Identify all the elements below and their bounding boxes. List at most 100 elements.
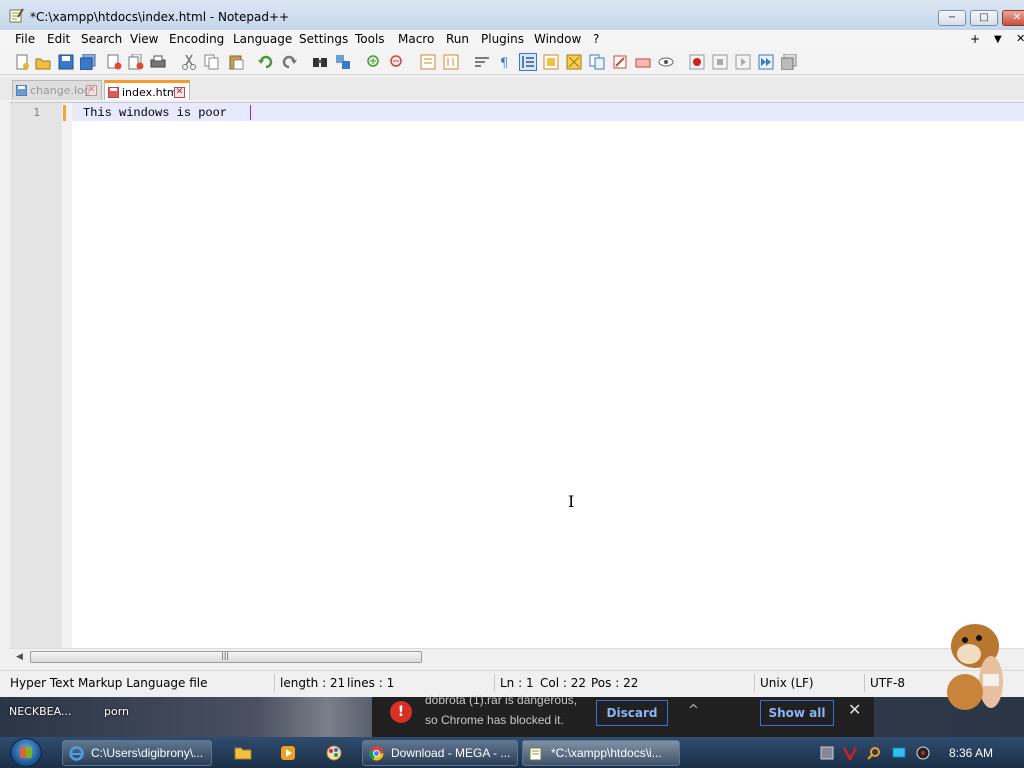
new-file-icon[interactable] xyxy=(14,54,30,70)
horizontal-scroll-thumb[interactable]: ||| xyxy=(30,651,422,663)
volume-tray-icon[interactable] xyxy=(916,746,930,760)
menu-edit[interactable]: Edit xyxy=(47,32,70,46)
fold-margin[interactable] xyxy=(62,103,72,649)
find-icon[interactable] xyxy=(312,54,328,70)
run-macro-multiple-icon[interactable] xyxy=(758,54,774,70)
search-tray-icon[interactable] xyxy=(867,746,881,760)
tab-change-log[interactable]: change.log ✕ xyxy=(12,80,102,100)
eye-icon[interactable] xyxy=(658,54,674,70)
show-all-characters-icon[interactable]: ¶ xyxy=(497,54,513,70)
define-language-icon[interactable] xyxy=(543,54,559,70)
paint-app-icon[interactable] xyxy=(326,745,342,761)
zoom-out-icon[interactable] xyxy=(389,54,405,70)
chevron-up-icon[interactable]: ^ xyxy=(688,703,699,718)
undo-icon[interactable] xyxy=(258,54,274,70)
menu-settings[interactable]: Settings xyxy=(299,32,348,46)
close-document-icon[interactable]: ✕ xyxy=(1016,32,1024,45)
tab-index-html[interactable]: index.html ✕ xyxy=(104,80,190,100)
close-file-icon[interactable] xyxy=(106,54,122,70)
status-length: length : 21 xyxy=(280,676,346,690)
monitoring-icon[interactable] xyxy=(635,54,651,70)
stop-recording-icon[interactable] xyxy=(712,54,728,70)
status-divider xyxy=(754,674,755,692)
sync-horizontal-icon[interactable] xyxy=(443,54,459,70)
save-all-icon[interactable] xyxy=(80,54,96,70)
status-divider xyxy=(274,674,275,692)
redo-icon[interactable] xyxy=(281,54,297,70)
menu-file[interactable]: File xyxy=(15,32,35,46)
network-tray-icon[interactable] xyxy=(820,746,834,760)
status-divider xyxy=(864,674,865,692)
function-list-icon[interactable] xyxy=(589,54,605,70)
zoom-in-icon[interactable] xyxy=(366,54,382,70)
taskbar-button-label: C:\Users\digibrony\... xyxy=(91,746,204,760)
title-bar[interactable]: *C:\xampp\htdocs\index.html - Notepad++ … xyxy=(0,0,1024,30)
menu-view[interactable]: View xyxy=(130,32,158,46)
warning-icon: ! xyxy=(390,701,412,723)
maximize-icon: □ xyxy=(979,12,989,23)
taskbar-notepadpp-window[interactable]: *C:\xampp\htdocs\i... xyxy=(522,740,680,766)
folder-workspace-icon[interactable] xyxy=(612,54,628,70)
change-history-marker xyxy=(63,105,66,121)
status-eol[interactable]: Unix (LF) xyxy=(760,676,814,690)
display-tray-icon[interactable] xyxy=(892,746,906,760)
menu-help[interactable]: ? xyxy=(593,32,599,46)
editor-text-line[interactable]: This windows is poor xyxy=(83,106,234,120)
tab-close-icon[interactable]: ✕ xyxy=(174,87,185,98)
play-macro-icon[interactable] xyxy=(735,54,751,70)
menu-plugins[interactable]: Plugins xyxy=(481,32,524,46)
menu-language[interactable]: Language xyxy=(233,32,292,46)
open-file-icon[interactable] xyxy=(35,54,51,70)
menu-encoding[interactable]: Encoding xyxy=(169,32,224,46)
paste-icon[interactable] xyxy=(228,54,244,70)
print-icon[interactable] xyxy=(150,54,166,70)
line-number-margin: 1 xyxy=(10,103,62,649)
close-icon[interactable]: ✕ xyxy=(848,700,861,719)
horizontal-scrollbar[interactable]: ◀ ||| xyxy=(10,648,1024,666)
taskbar-clock[interactable]: 8:36 AM xyxy=(949,746,993,760)
status-lines: lines : 1 xyxy=(347,676,395,690)
close-all-icon[interactable] xyxy=(128,54,144,70)
close-button[interactable]: ✕ xyxy=(1002,10,1024,26)
antivirus-tray-icon[interactable] xyxy=(843,746,857,760)
indent-guide-icon[interactable] xyxy=(519,53,537,71)
taskbar-chrome-window[interactable]: Download - MEGA - ... xyxy=(362,740,518,766)
cut-icon[interactable] xyxy=(181,54,197,70)
discard-button[interactable]: Discard xyxy=(596,700,668,726)
word-wrap-icon[interactable] xyxy=(474,54,490,70)
menu-run[interactable]: Run xyxy=(446,32,469,46)
replace-icon[interactable] xyxy=(335,54,351,70)
desktop-icon-label[interactable]: NECKBEA... xyxy=(9,705,71,718)
status-encoding[interactable]: UTF-8 xyxy=(870,676,905,690)
download-warning-line1: dobrota (1).rar is dangerous, xyxy=(425,693,578,707)
text-caret xyxy=(250,105,251,120)
window-title: *C:\xampp\htdocs\index.html - Notepad++ xyxy=(30,10,290,24)
editor-area[interactable]: 1 This windows is poor I xyxy=(10,102,1024,649)
document-map-icon[interactable] xyxy=(566,54,582,70)
desktop-icon-label[interactable]: porn xyxy=(104,705,129,718)
scroll-left-icon[interactable]: ◀ xyxy=(16,652,23,662)
unsaved-file-icon xyxy=(108,87,119,98)
notepadpp-window: *C:\xampp\htdocs\index.html - Notepad++ … xyxy=(0,0,1024,697)
file-explorer-icon[interactable] xyxy=(234,745,252,760)
sync-vertical-icon[interactable] xyxy=(420,54,436,70)
media-player-icon[interactable] xyxy=(280,745,296,761)
menu-search[interactable]: Search xyxy=(81,32,122,46)
show-all-button[interactable]: Show all xyxy=(760,700,834,726)
save-icon[interactable] xyxy=(58,54,74,70)
add-icon[interactable]: + xyxy=(970,32,980,46)
menu-tools[interactable]: Tools xyxy=(355,32,385,46)
chrome-icon xyxy=(369,746,384,761)
minimize-button[interactable]: − xyxy=(938,10,966,26)
record-macro-icon[interactable] xyxy=(689,54,705,70)
start-button[interactable] xyxy=(10,738,42,767)
menu-macro[interactable]: Macro xyxy=(398,32,434,46)
taskbar-explorer-window[interactable]: C:\Users\digibrony\... xyxy=(62,740,212,766)
status-position: Pos : 22 xyxy=(591,676,639,690)
save-macro-icon[interactable] xyxy=(781,54,797,70)
tab-close-icon[interactable]: ✕ xyxy=(86,85,97,96)
copy-icon[interactable] xyxy=(204,54,220,70)
dropdown-icon[interactable]: ▼ xyxy=(994,34,1002,45)
menu-window[interactable]: Window xyxy=(534,32,581,46)
maximize-button[interactable]: □ xyxy=(970,10,998,26)
